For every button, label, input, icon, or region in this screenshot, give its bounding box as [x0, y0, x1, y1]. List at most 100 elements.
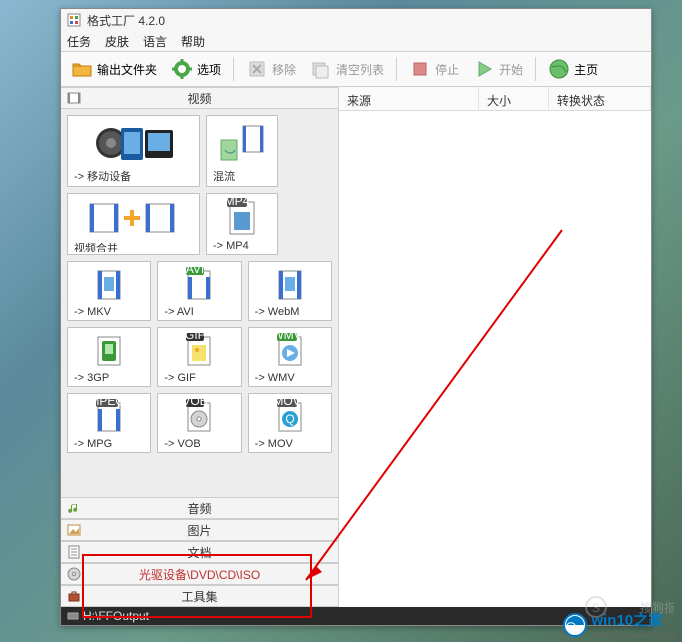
tile-wmv[interactable]: WMV -> WMV [248, 327, 332, 387]
tile-mp4-label: -> MP4 [209, 238, 275, 252]
tile-mux-label: 混流 [209, 166, 275, 184]
document-icon [67, 545, 81, 559]
menu-help[interactable]: 帮助 [181, 33, 205, 50]
tile-webm[interactable]: -> WebM [248, 261, 332, 321]
output-folder-label: 输出文件夹 [97, 61, 157, 78]
menu-language[interactable]: 语言 [143, 33, 167, 50]
home-label: 主页 [574, 61, 598, 78]
svg-text:VOB: VOB [184, 399, 208, 408]
left-panel: 视频 -> 移动设备 混流 视频合并 [61, 87, 339, 607]
clearlist-icon [310, 58, 332, 80]
tile-vob-label: -> VOB [160, 436, 238, 450]
accordion-drive-label: 光驱设备\DVD\CD\ISO [139, 566, 260, 583]
menu-skin[interactable]: 皮肤 [105, 33, 129, 50]
svg-text:GIF: GIF [185, 333, 205, 342]
svg-text:AVI: AVI [186, 267, 204, 276]
accordion-video-label: 视频 [187, 90, 211, 107]
accordion-toolkit-label: 工具集 [181, 588, 217, 605]
webm-icon [251, 266, 329, 304]
start-button[interactable]: 开始 [467, 55, 529, 83]
separator [396, 57, 397, 81]
body: 视频 -> 移动设备 混流 视频合并 [61, 87, 651, 607]
window-title: 格式工厂 4.2.0 [87, 12, 165, 29]
tile-3gp[interactable]: -> 3GP [67, 327, 151, 387]
app-window: 格式工厂 4.2.0 任务 皮肤 语言 帮助 输出文件夹 选项 移除 清空列表 … [60, 8, 652, 626]
stop-label: 停止 [435, 61, 459, 78]
tile-join-label: 视频合并 [70, 238, 197, 252]
col-status[interactable]: 转换状态 [549, 87, 651, 110]
music-icon [67, 501, 81, 515]
tile-mpg[interactable]: MPEG -> MPG [67, 393, 151, 453]
watermark-win10: win10之家 www.2016win10.com [563, 609, 676, 640]
picture-icon [67, 523, 81, 537]
tile-mobile[interactable]: -> 移动设备 [67, 115, 200, 187]
options-button[interactable]: 选项 [165, 55, 227, 83]
list-header: 来源 大小 转换状态 [339, 87, 651, 111]
tile-mux[interactable]: 混流 [206, 115, 278, 187]
join-icon [70, 198, 197, 238]
remove-button[interactable]: 移除 [240, 55, 302, 83]
accordion-audio-label: 音频 [187, 500, 211, 517]
svg-text:MPEG: MPEG [94, 399, 124, 408]
menu-tasks[interactable]: 任务 [67, 33, 91, 50]
tile-vob[interactable]: VOB -> VOB [157, 393, 241, 453]
options-label: 选项 [197, 61, 221, 78]
tile-webm-label: -> WebM [251, 304, 329, 318]
tile-avi[interactable]: AVI -> AVI [157, 261, 241, 321]
app-icon [67, 13, 81, 27]
stop-icon [409, 58, 431, 80]
menubar: 任务 皮肤 语言 帮助 [61, 31, 651, 51]
tile-mkv-label: -> MKV [70, 304, 148, 318]
tile-wmv-label: -> WMV [251, 370, 329, 384]
svg-text:MOV: MOV [275, 399, 301, 408]
mov-icon: MOVQ [251, 398, 329, 436]
home-button[interactable]: 主页 [542, 55, 604, 83]
tile-mobile-label: -> 移动设备 [70, 166, 197, 184]
mpg-icon: MPEG [70, 398, 148, 436]
status-path[interactable]: H:\FFOutput [83, 609, 149, 623]
accordion-document[interactable]: 文档 [61, 541, 338, 563]
accordion-video[interactable]: 视频 [61, 87, 338, 109]
mux-icon [209, 120, 275, 166]
disc-icon [67, 567, 81, 581]
clearlist-label: 清空列表 [336, 61, 384, 78]
col-source[interactable]: 来源 [339, 87, 479, 110]
tile-mpg-label: -> MPG [70, 436, 148, 450]
tile-mov-label: -> MOV [251, 436, 329, 450]
col-size[interactable]: 大小 [479, 87, 549, 110]
tile-join[interactable]: 视频合并 [67, 193, 200, 255]
watermark-brand: win10之家 [591, 609, 676, 630]
avi-icon: AVI [160, 266, 238, 304]
folder-icon [71, 58, 93, 80]
drive-icon [67, 610, 79, 622]
tile-gif[interactable]: GIF -> GIF [157, 327, 241, 387]
remove-icon [246, 58, 268, 80]
accordion-audio[interactable]: 音频 [61, 497, 338, 519]
gif-icon: GIF [160, 332, 238, 370]
tile-mov[interactable]: MOVQ -> MOV [248, 393, 332, 453]
gear-icon [171, 58, 193, 80]
wmv-icon: WMV [251, 332, 329, 370]
remove-label: 移除 [272, 61, 296, 78]
mkv-icon [70, 266, 148, 304]
titlebar[interactable]: 格式工厂 4.2.0 [61, 9, 651, 31]
film-icon [67, 91, 81, 105]
threegp-icon [70, 332, 148, 370]
stop-button[interactable]: 停止 [403, 55, 465, 83]
accordion-toolkit[interactable]: 工具集 [61, 585, 338, 607]
separator [233, 57, 234, 81]
accordion-drive[interactable]: 光驱设备\DVD\CD\ISO [61, 563, 338, 585]
accordion-picture-label: 图片 [187, 522, 211, 539]
tile-mkv[interactable]: -> MKV [67, 261, 151, 321]
clearlist-button[interactable]: 清空列表 [304, 55, 390, 83]
tile-3gp-label: -> 3GP [70, 370, 148, 384]
vob-icon: VOB [160, 398, 238, 436]
tile-gif-label: -> GIF [160, 370, 238, 384]
output-folder-button[interactable]: 输出文件夹 [65, 55, 163, 83]
svg-text:MP4: MP4 [225, 198, 250, 208]
start-label: 开始 [499, 61, 523, 78]
accordion-document-label: 文档 [187, 544, 211, 561]
accordion-picture[interactable]: 图片 [61, 519, 338, 541]
toolbar: 输出文件夹 选项 移除 清空列表 停止 开始 主页 [61, 51, 651, 87]
tile-mp4[interactable]: MP4 -> MP4 [206, 193, 278, 255]
